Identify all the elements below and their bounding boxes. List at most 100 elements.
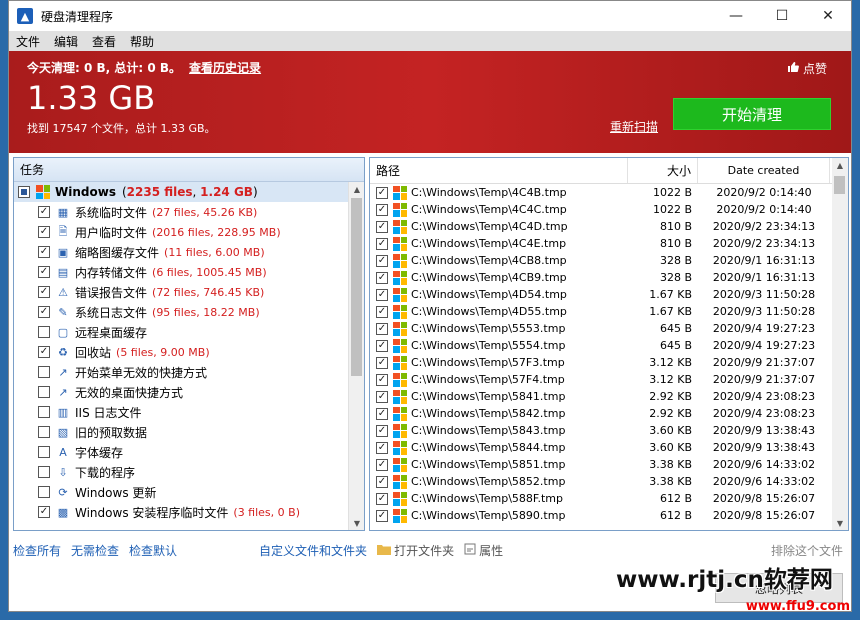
task-checkbox[interactable]: ✓	[38, 226, 50, 238]
task-checkbox[interactable]	[38, 406, 50, 418]
task-checkbox[interactable]: ✓	[38, 266, 50, 278]
file-scroll-thumb[interactable]	[834, 176, 845, 194]
file-row[interactable]: ✓ C:\Windows\Temp\5851.tmp 3.38 KB 2020/9/6…	[370, 456, 848, 473]
file-checkbox[interactable]: ✓	[376, 441, 388, 454]
file-checkbox[interactable]: ✓	[376, 407, 388, 420]
task-item[interactable]: A 字体缓存	[14, 442, 364, 462]
task-item[interactable]: ✓ ✎ 系统日志文件 (95 files, 18.22 MB)	[14, 302, 364, 322]
task-checkbox[interactable]: ✓	[38, 286, 50, 298]
file-row[interactable]: ✓ C:\Windows\Temp\588F.tmp 612 B 2020/9/8 1…	[370, 490, 848, 507]
scroll-up-icon[interactable]: ▲	[349, 182, 364, 196]
file-checkbox[interactable]: ✓	[376, 220, 388, 233]
file-row[interactable]: ✓ C:\Windows\Temp\4C4D.tmp 810 B 2020/9/2 2…	[370, 218, 848, 235]
column-path[interactable]: 路径	[370, 158, 628, 183]
properties-button[interactable]: 属性	[464, 542, 503, 559]
file-checkbox[interactable]: ✓	[376, 186, 388, 199]
task-item[interactable]: ✓ 🗎 用户临时文件 (2016 files, 228.95 MB)	[14, 222, 364, 242]
check-default-link[interactable]: 检查默认	[129, 542, 177, 559]
menu-edit[interactable]: 编辑	[47, 33, 85, 50]
history-link[interactable]: 查看历史记录	[189, 61, 261, 75]
file-checkbox[interactable]: ✓	[376, 237, 388, 250]
rescan-link[interactable]: 重新扫描	[610, 118, 658, 135]
file-checkbox[interactable]: ✓	[376, 475, 388, 488]
menu-help[interactable]: 帮助	[123, 33, 161, 50]
file-row[interactable]: ✓ C:\Windows\Temp\5844.tmp 3.60 KB 2020/9/9…	[370, 439, 848, 456]
task-item[interactable]: ✓ ▣ 缩略图缓存文件 (11 files, 6.00 MB)	[14, 242, 364, 262]
file-row[interactable]: ✓ C:\Windows\Temp\5553.tmp 645 B 2020/9/4 1…	[370, 320, 848, 337]
file-row[interactable]: ✓ C:\Windows\Temp\4C4E.tmp 810 B 2020/9/2 2…	[370, 235, 848, 252]
file-checkbox[interactable]: ✓	[376, 390, 388, 403]
file-row[interactable]: ✓ C:\Windows\Temp\5842.tmp 2.92 KB 2020/9/4…	[370, 405, 848, 422]
task-checkbox[interactable]	[38, 446, 50, 458]
file-row[interactable]: ✓ C:\Windows\Temp\4C4B.tmp 1022 B 2020/9/2 …	[370, 184, 848, 201]
check-none-link[interactable]: 无需检查	[71, 542, 119, 559]
task-item[interactable]: ✓ ▦ 系统临时文件 (27 files, 45.26 KB)	[14, 202, 364, 222]
maximize-button[interactable]: ☐	[759, 1, 805, 31]
file-checkbox[interactable]: ✓	[376, 322, 388, 335]
custom-files-link[interactable]: 自定义文件和文件夹	[259, 542, 367, 559]
minimize-button[interactable]: —	[713, 1, 759, 31]
task-item[interactable]: ↗ 开始菜单无效的快捷方式	[14, 362, 364, 382]
scroll-down-icon[interactable]: ▼	[349, 516, 364, 530]
file-checkbox[interactable]: ✓	[376, 271, 388, 284]
task-root-windows[interactable]: Windows (2235 files, 1.24 GB)	[14, 182, 364, 202]
file-checkbox[interactable]: ✓	[376, 458, 388, 471]
file-row[interactable]: ✓ C:\Windows\Temp\4CB8.tmp 328 B 2020/9/1 1…	[370, 252, 848, 269]
start-clean-button[interactable]: 开始清理	[673, 98, 831, 130]
task-checkbox[interactable]: ✓	[38, 506, 50, 518]
file-row[interactable]: ✓ C:\Windows\Temp\57F3.tmp 3.12 KB 2020/9/9…	[370, 354, 848, 371]
task-item[interactable]: ▧ 旧的预取数据	[14, 422, 364, 442]
file-row[interactable]: ✓ C:\Windows\Temp\4D55.tmp 1.67 KB 2020/9/3…	[370, 303, 848, 320]
file-checkbox[interactable]: ✓	[376, 339, 388, 352]
file-checkbox[interactable]: ✓	[376, 373, 388, 386]
file-row[interactable]: ✓ C:\Windows\Temp\5841.tmp 2.92 KB 2020/9/4…	[370, 388, 848, 405]
like-button[interactable]: 点赞	[787, 60, 827, 77]
file-row[interactable]: ✓ C:\Windows\Temp\4C4C.tmp 1022 B 2020/9/2 …	[370, 201, 848, 218]
root-checkbox[interactable]	[18, 186, 30, 198]
file-checkbox[interactable]: ✓	[376, 356, 388, 369]
task-item[interactable]: ▥ IIS 日志文件	[14, 402, 364, 422]
file-checkbox[interactable]: ✓	[376, 203, 388, 216]
exclude-file-link[interactable]: 排除这个文件	[771, 542, 843, 559]
file-checkbox[interactable]: ✓	[376, 424, 388, 437]
file-row[interactable]: ✓ C:\Windows\Temp\5554.tmp 645 B 2020/9/4 1…	[370, 337, 848, 354]
task-checkbox[interactable]: ✓	[38, 346, 50, 358]
file-scroll-up-icon[interactable]: ▲	[832, 158, 848, 172]
column-size[interactable]: 大小	[628, 158, 698, 183]
file-checkbox[interactable]: ✓	[376, 509, 388, 522]
menu-view[interactable]: 查看	[85, 33, 123, 50]
file-row[interactable]: ✓ C:\Windows\Temp\57F4.tmp 3.12 KB 2020/9/9…	[370, 371, 848, 388]
task-checkbox[interactable]	[38, 386, 50, 398]
task-checkbox[interactable]: ✓	[38, 206, 50, 218]
task-checkbox[interactable]	[38, 466, 50, 478]
file-row[interactable]: ✓ C:\Windows\Temp\4D54.tmp 1.67 KB 2020/9/3…	[370, 286, 848, 303]
task-item[interactable]: ✓ ⚠ 错误报告文件 (72 files, 746.45 KB)	[14, 282, 364, 302]
task-item[interactable]: ⇩ 下载的程序	[14, 462, 364, 482]
file-row[interactable]: ✓ C:\Windows\Temp\5843.tmp 3.60 KB 2020/9/9…	[370, 422, 848, 439]
file-checkbox[interactable]: ✓	[376, 288, 388, 301]
file-checkbox[interactable]: ✓	[376, 254, 388, 267]
file-scroll-down-icon[interactable]: ▼	[832, 516, 848, 530]
task-item[interactable]: ⟳ Windows 更新	[14, 482, 364, 502]
task-scrollbar[interactable]: ▲ ▼	[348, 182, 364, 530]
scroll-thumb[interactable]	[351, 198, 362, 376]
task-checkbox[interactable]: ✓	[38, 246, 50, 258]
file-checkbox[interactable]: ✓	[376, 305, 388, 318]
task-checkbox[interactable]	[38, 326, 50, 338]
task-item[interactable]: ✓ ▤ 内存转储文件 (6 files, 1005.45 MB)	[14, 262, 364, 282]
task-item[interactable]: ▢ 远程桌面缓存	[14, 322, 364, 342]
column-date[interactable]: Date created	[698, 158, 830, 183]
file-checkbox[interactable]: ✓	[376, 492, 388, 505]
task-item[interactable]: ↗ 无效的桌面快捷方式	[14, 382, 364, 402]
file-row[interactable]: ✓ C:\Windows\Temp\5890.tmp 612 B 2020/9/8 1…	[370, 507, 848, 524]
check-all-link[interactable]: 检查所有	[13, 542, 61, 559]
task-checkbox[interactable]	[38, 426, 50, 438]
task-item[interactable]: ✓ ▩ Windows 安装程序临时文件 (3 files, 0 B)	[14, 502, 364, 522]
task-checkbox[interactable]	[38, 486, 50, 498]
file-row[interactable]: ✓ C:\Windows\Temp\5852.tmp 3.38 KB 2020/9/6…	[370, 473, 848, 490]
file-scrollbar[interactable]: ▲ ▼	[832, 158, 848, 530]
task-item[interactable]: ✓ ♻ 回收站 (5 files, 9.00 MB)	[14, 342, 364, 362]
close-button[interactable]: ✕	[805, 1, 851, 31]
menu-file[interactable]: 文件	[9, 33, 47, 50]
file-row[interactable]: ✓ C:\Windows\Temp\4CB9.tmp 328 B 2020/9/1 1…	[370, 269, 848, 286]
